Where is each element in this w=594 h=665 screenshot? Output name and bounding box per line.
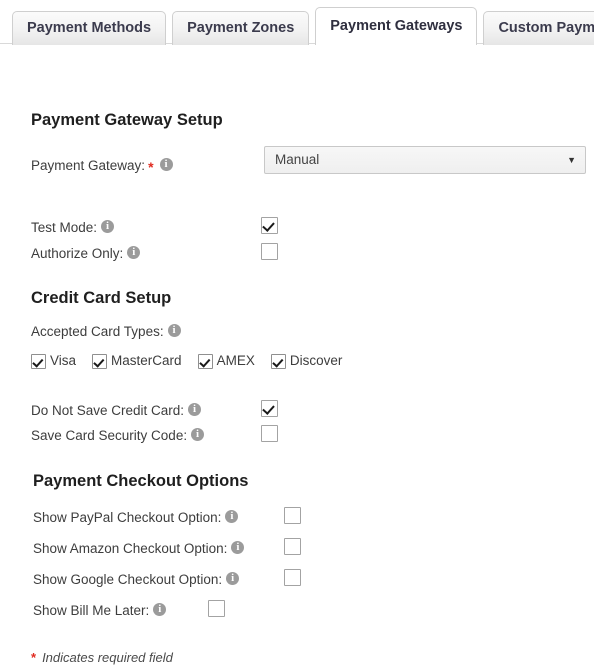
card-type-mastercard[interactable]: MasterCard xyxy=(92,353,182,369)
field-show-paypal-checkout: Show PayPal Checkout Option: xyxy=(33,509,239,526)
show-google-checkout-checkbox[interactable] xyxy=(284,569,301,586)
card-type-amex[interactable]: AMEX xyxy=(197,352,255,369)
field-test-mode: Test Mode: xyxy=(31,219,115,236)
info-icon[interactable] xyxy=(191,427,205,442)
info-icon[interactable] xyxy=(101,219,115,234)
field-do-not-save-credit-card: Do Not Save Credit Card: xyxy=(31,402,202,419)
tab-list: Payment Methods Payment Zones Payment Ga… xyxy=(12,0,594,46)
section-title-payment-gateway-setup: Payment Gateway Setup xyxy=(31,111,223,129)
authorize-only-checkbox[interactable] xyxy=(261,243,278,260)
tab-label: Payment Methods xyxy=(27,20,152,36)
save-card-security-code-checkbox[interactable] xyxy=(261,425,278,442)
tab-payment-zones[interactable]: Payment Zones xyxy=(172,11,310,45)
tab-payment-methods[interactable]: Payment Methods xyxy=(12,11,167,45)
chevron-down-icon: ▼ xyxy=(567,155,576,165)
required-asterisk: * xyxy=(148,158,154,175)
show-amazon-checkout-label: Show Amazon Checkout Option: xyxy=(33,541,228,557)
tab-label: Payment Zones xyxy=(187,20,295,36)
show-bill-me-later-label: Show Bill Me Later: xyxy=(33,603,150,619)
field-payment-gateway: Payment Gateway: * xyxy=(31,157,173,175)
card-type-label: AMEX xyxy=(216,352,255,368)
show-bill-me-later-checkbox[interactable] xyxy=(208,600,225,617)
field-authorize-only: Authorize Only: xyxy=(31,245,141,262)
discover-checkbox[interactable] xyxy=(270,353,286,369)
tab-custom-payment-fields[interactable]: Custom Payment Fields xyxy=(483,11,594,45)
do-not-save-credit-card-label: Do Not Save Credit Card: xyxy=(31,403,185,419)
show-google-checkout-label: Show Google Checkout Option: xyxy=(33,572,223,588)
field-show-bill-me-later: Show Bill Me Later: xyxy=(33,602,167,619)
test-mode-label: Test Mode: xyxy=(31,220,98,236)
payment-gateway-label: Payment Gateway: xyxy=(31,158,146,174)
mastercard-checkbox[interactable] xyxy=(92,353,108,369)
card-type-label: Visa xyxy=(50,352,77,368)
card-type-discover[interactable]: Discover xyxy=(270,352,343,369)
authorize-only-label: Authorize Only: xyxy=(31,246,124,262)
card-type-label: Discover xyxy=(289,352,343,368)
info-icon[interactable] xyxy=(231,540,245,555)
section-title-credit-card-setup: Credit Card Setup xyxy=(31,289,172,307)
card-type-label: MasterCard xyxy=(111,352,182,368)
show-paypal-checkout-label: Show PayPal Checkout Option: xyxy=(33,510,222,526)
card-type-visa[interactable]: Visa xyxy=(31,353,76,369)
field-accepted-card-types: Accepted Card Types: xyxy=(31,323,181,339)
amex-checkbox[interactable] xyxy=(197,353,213,369)
show-paypal-checkout-checkbox[interactable] xyxy=(284,507,301,524)
show-amazon-checkout-checkbox[interactable] xyxy=(284,538,301,555)
required-asterisk: * xyxy=(31,650,37,665)
field-show-amazon-checkout: Show Amazon Checkout Option: xyxy=(33,540,245,557)
tab-label: Payment Gateways xyxy=(330,18,463,34)
required-field-note-text: Indicates required field xyxy=(42,650,173,665)
card-type-checkbox-group: Visa MasterCard AMEX Discover xyxy=(31,352,342,369)
field-show-google-checkout: Show Google Checkout Option: xyxy=(33,571,240,588)
info-icon[interactable] xyxy=(225,509,239,524)
save-card-security-code-label: Save Card Security Code: xyxy=(31,428,188,444)
info-icon[interactable] xyxy=(226,571,240,586)
info-icon[interactable] xyxy=(159,157,173,172)
visa-checkbox[interactable] xyxy=(31,353,46,369)
tab-payment-gateways[interactable]: Payment Gateways xyxy=(315,7,478,46)
tab-bar: Payment Methods Payment Zones Payment Ga… xyxy=(0,0,594,46)
do-not-save-credit-card-checkbox[interactable] xyxy=(261,400,278,417)
info-icon[interactable] xyxy=(153,602,167,617)
tab-label: Custom Payment Fields xyxy=(498,20,594,36)
required-field-note: * Indicates required field xyxy=(31,650,173,665)
test-mode-checkbox[interactable] xyxy=(261,217,278,234)
info-icon[interactable] xyxy=(188,402,202,417)
payment-gateway-selected-value: Manual xyxy=(275,152,320,167)
payment-gateway-select[interactable]: Manual ▼ xyxy=(264,146,586,174)
section-title-payment-checkout-options: Payment Checkout Options xyxy=(33,472,249,490)
field-save-card-security-code: Save Card Security Code: xyxy=(31,427,205,444)
accepted-card-types-label: Accepted Card Types: xyxy=(31,324,164,340)
info-icon[interactable] xyxy=(167,323,181,338)
info-icon[interactable] xyxy=(127,245,141,260)
